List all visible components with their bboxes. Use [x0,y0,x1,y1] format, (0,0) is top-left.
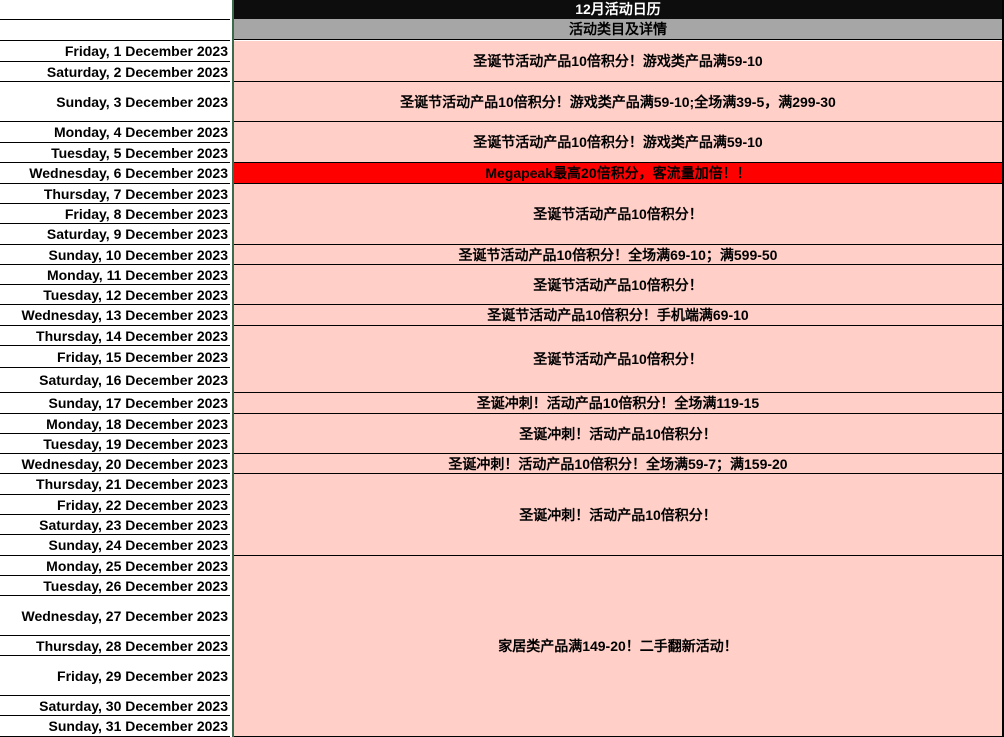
event-cell[interactable]: 圣诞冲刺！活动产品10倍积分！ [234,474,1002,556]
date-cell[interactable]: Thursday, 21 December 2023 [0,474,230,495]
date-cell[interactable]: Friday, 29 December 2023 [0,656,230,696]
event-cell[interactable]: 圣诞节活动产品10倍积分！ [234,265,1002,305]
event-cell-highlight[interactable]: Megapeak最高20倍积分，客流量加倍！！ [234,163,1002,184]
spreadsheet: Friday, 1 December 2023 Saturday, 2 Decem… [0,0,1004,737]
gridline [0,19,230,20]
date-cell[interactable]: Wednesday, 27 December 2023 [0,596,230,636]
event-cell[interactable]: 圣诞冲刺！活动产品10倍积分！全场满119-15 [234,393,1002,414]
date-cell[interactable]: Saturday, 23 December 2023 [0,515,230,535]
date-cell[interactable]: Tuesday, 19 December 2023 [0,434,230,454]
calendar-title[interactable]: 12月活动日历 [234,0,1002,19]
date-cell[interactable]: Wednesday, 20 December 2023 [0,454,230,474]
date-cell[interactable]: Sunday, 31 December 2023 [0,716,230,737]
date-cell[interactable]: Wednesday, 13 December 2023 [0,305,230,326]
event-column: 12月活动日历 活动类目及详情 圣诞节活动产品10倍积分！游戏类产品满59-10… [234,0,1002,737]
date-cell[interactable]: Saturday, 16 December 2023 [0,368,230,393]
date-cell[interactable]: Sunday, 24 December 2023 [0,535,230,556]
date-cell[interactable]: Sunday, 17 December 2023 [0,393,230,414]
date-cell[interactable]: Thursday, 14 December 2023 [0,326,230,346]
date-cell[interactable]: Sunday, 3 December 2023 [0,82,230,122]
date-cell[interactable]: Monday, 18 December 2023 [0,414,230,434]
event-cell[interactable]: 圣诞节活动产品10倍积分！ [234,184,1002,245]
event-cell[interactable]: 圣诞节活动产品10倍积分！手机端满69-10 [234,305,1002,326]
date-cell[interactable]: Tuesday, 12 December 2023 [0,285,230,305]
date-cell[interactable]: Friday, 8 December 2023 [0,204,230,224]
event-cell[interactable]: 圣诞节活动产品10倍积分！游戏类产品满59-10;全场满39-5，满299-30 [234,82,1002,122]
date-cell[interactable]: Friday, 15 December 2023 [0,346,230,368]
event-cell[interactable]: 圣诞节活动产品10倍积分！全场满69-10；满599-50 [234,245,1002,265]
event-cell[interactable]: 圣诞节活动产品10倍积分！ [234,326,1002,393]
date-column: Friday, 1 December 2023 Saturday, 2 Decem… [0,0,232,737]
date-cell[interactable]: Saturday, 30 December 2023 [0,696,230,716]
date-cell[interactable]: Tuesday, 26 December 2023 [0,576,230,596]
date-cell[interactable]: Saturday, 2 December 2023 [0,62,230,82]
date-cell[interactable]: Friday, 22 December 2023 [0,495,230,515]
date-cell[interactable]: Wednesday, 6 December 2023 [0,163,230,184]
event-cell[interactable]: 圣诞冲刺！活动产品10倍积分！ [234,414,1002,454]
event-cell[interactable]: 圣诞冲刺！活动产品10倍积分！全场满59-7；满159-20 [234,454,1002,474]
date-cell[interactable]: Sunday, 10 December 2023 [0,245,230,265]
date-cell[interactable]: Friday, 1 December 2023 [0,41,230,62]
date-cell[interactable]: Monday, 4 December 2023 [0,122,230,143]
category-header[interactable]: 活动类目及详情 [234,19,1002,40]
date-cell[interactable]: Saturday, 9 December 2023 [0,224,230,245]
date-cell[interactable]: Thursday, 28 December 2023 [0,636,230,656]
event-cell[interactable]: 圣诞节活动产品10倍积分！游戏类产品满59-10 [234,122,1002,163]
date-cell[interactable]: Monday, 25 December 2023 [0,556,230,576]
event-cell[interactable]: 圣诞节活动产品10倍积分！游戏类产品满59-10 [234,41,1002,82]
date-cell[interactable]: Thursday, 7 December 2023 [0,184,230,204]
event-cell[interactable]: 家居类产品满149-20！二手翻新活动！ [234,556,1002,737]
date-cell[interactable]: Tuesday, 5 December 2023 [0,143,230,163]
date-cell[interactable]: Monday, 11 December 2023 [0,265,230,285]
